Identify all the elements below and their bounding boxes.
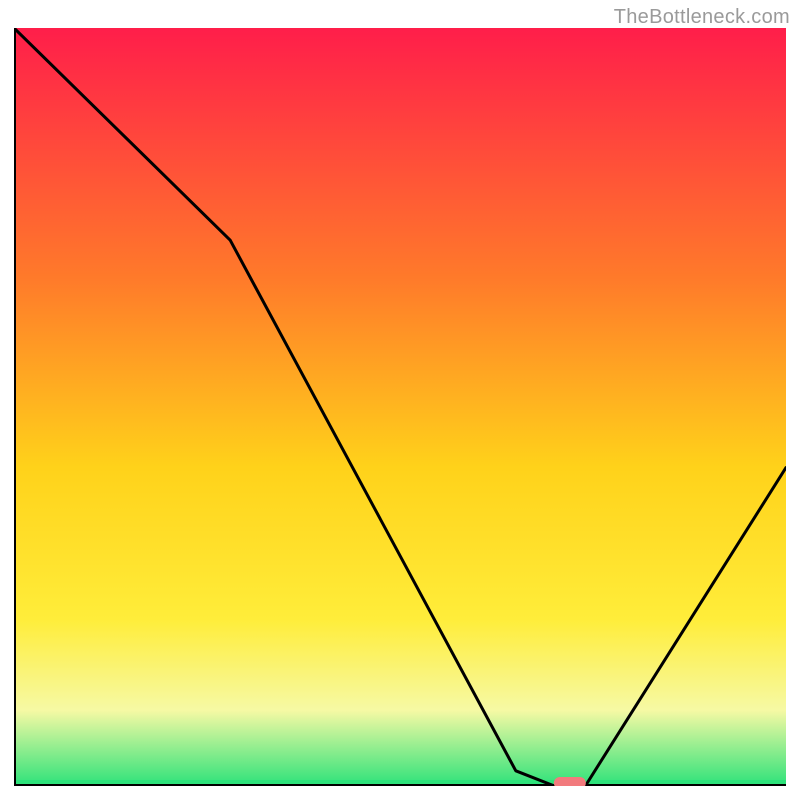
chart-stage: TheBottleneck.com — [0, 0, 800, 800]
optimal-marker — [554, 777, 586, 786]
chart-svg — [14, 28, 786, 786]
plot-area — [14, 28, 786, 786]
watermark-text: TheBottleneck.com — [614, 6, 790, 29]
